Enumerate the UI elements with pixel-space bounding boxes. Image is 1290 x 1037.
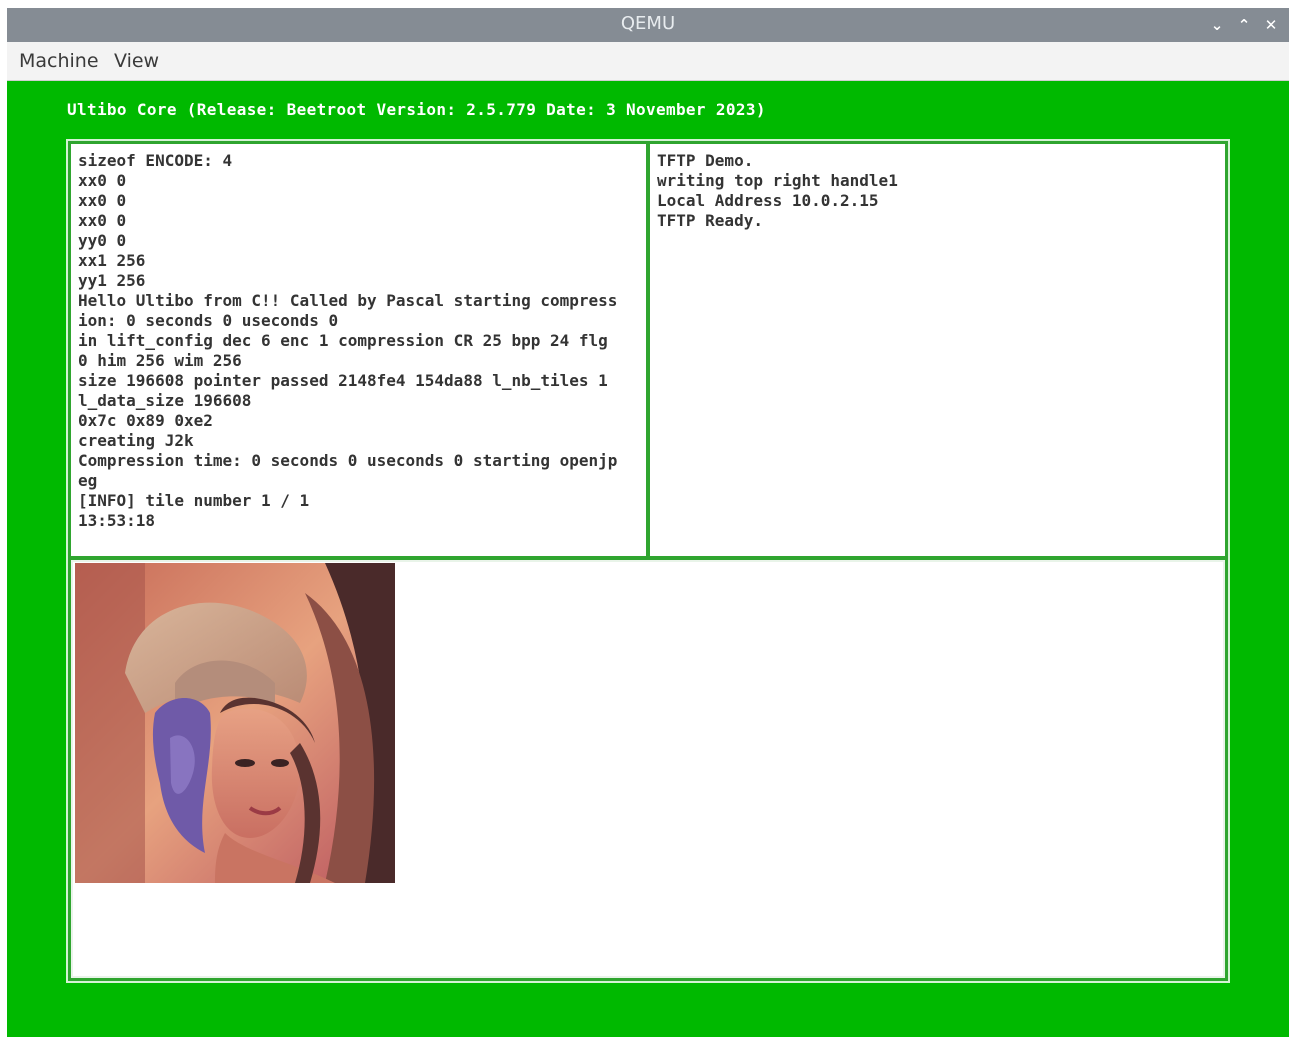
left-console-text: sizeof ENCODE: 4 xx0 0 xx0 0 xx0 0 yy0 0 xx1 … [71, 144, 646, 531]
menu-view[interactable]: View [114, 50, 159, 72]
menu-machine[interactable]: Machine [19, 50, 99, 72]
left-console-line: eg [78, 471, 98, 490]
left-console-line: 13:53:18 [78, 511, 156, 530]
minimize-icon[interactable]: ⌄ [1206, 14, 1228, 36]
left-console-line: [INFO] tile number 1 / 1 [78, 491, 310, 510]
right-console-text: TFTP Demo. writing top right handle1 Local… [650, 144, 1225, 231]
left-console-line: size 196608 pointer passed 2148fe4 154da… [78, 371, 608, 390]
portrait-photo [75, 563, 395, 883]
right-console-line: TFTP Demo. [657, 151, 754, 170]
left-console-line: sizeof ENCODE: 4 [78, 151, 233, 170]
left-console-line: in lift_config dec 6 enc 1 compression C… [78, 331, 608, 350]
ultibo-header: Ultibo Core (Release: Beetroot Version: … [67, 100, 766, 119]
left-console-line: xx0 0 [78, 171, 127, 190]
image-panel [71, 560, 1225, 978]
right-console-line: Local Address 10.0.2.15 [657, 191, 879, 210]
console-frame: sizeof ENCODE: 4 xx0 0 xx0 0 xx0 0 yy0 0 xx1 … [66, 139, 1230, 983]
left-console-line: Compression time: 0 seconds 0 useconds 0… [78, 451, 618, 470]
left-console-line: xx0 0 [78, 211, 127, 230]
qemu-window: QEMU ⌄ ⌃ ✕ Machine View Ultibo Core (Rel… [7, 8, 1289, 1037]
left-console-line: 0x7c 0x89 0xe2 [78, 411, 213, 430]
left-console-line: ion: 0 seconds 0 useconds 0 [78, 311, 339, 330]
right-console-line: TFTP Ready. [657, 211, 763, 230]
right-console-line: writing top right handle1 [657, 171, 898, 190]
left-console-line: creating J2k [78, 431, 194, 450]
left-console-line: xx1 256 [78, 251, 146, 270]
maximize-icon[interactable]: ⌃ [1233, 14, 1255, 36]
left-console-line: xx0 0 [78, 191, 127, 210]
close-icon[interactable]: ✕ [1260, 14, 1282, 36]
title-bar[interactable]: QEMU ⌄ ⌃ ✕ [7, 8, 1289, 42]
left-console-line: yy0 0 [78, 231, 127, 250]
menu-bar: Machine View [7, 42, 1289, 81]
left-console-line: yy1 256 [78, 271, 146, 290]
left-console-line: l_data_size 196608 [78, 391, 252, 410]
right-console-panel: TFTP Demo. writing top right handle1 Local… [650, 144, 1225, 556]
left-console-line: Hello Ultibo from C!! Called by Pascal s… [78, 291, 618, 310]
left-console-panel: sizeof ENCODE: 4 xx0 0 xx0 0 xx0 0 yy0 0 xx1 … [71, 144, 646, 556]
window-title: QEMU [620, 13, 676, 34]
left-console-line: 0 him 256 wim 256 [78, 351, 242, 370]
